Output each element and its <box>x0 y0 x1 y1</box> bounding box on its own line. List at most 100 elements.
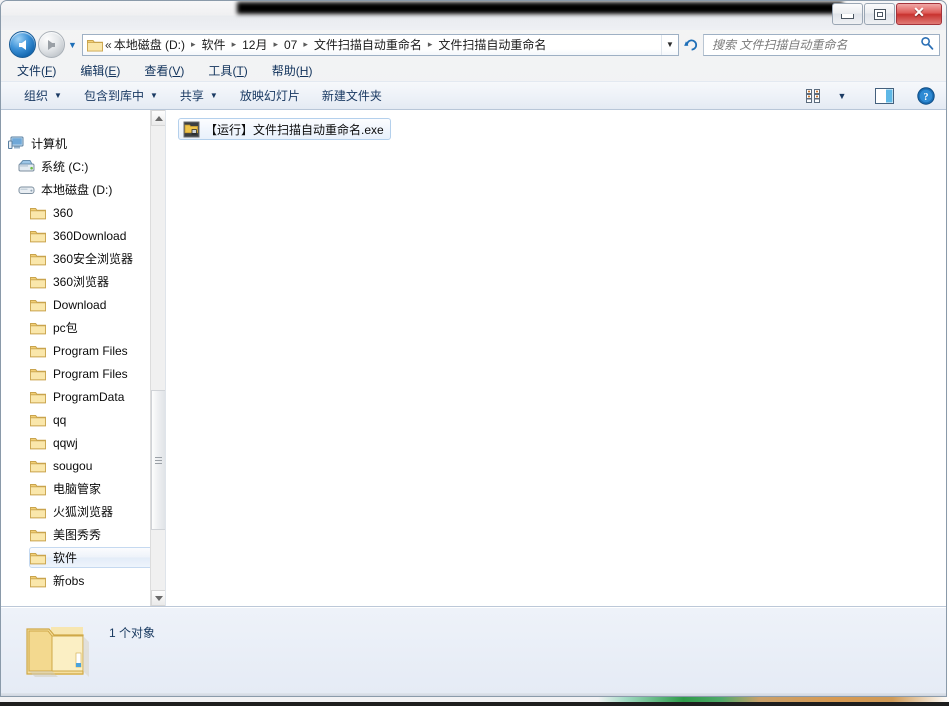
details-pane: 1 个对象 <box>1 607 946 693</box>
forward-button[interactable] <box>38 31 65 58</box>
new-folder-label: 新建文件夹 <box>321 89 382 103</box>
address-bar[interactable]: « 本地磁盘 (D:) ▸ 软件 ▸ 12月 ▸ 07 ▸ 文件扫描自动重命名 … <box>82 33 679 56</box>
help-icon: ? <box>917 86 935 105</box>
recent-locations-button[interactable]: ▼ <box>66 40 79 50</box>
include-in-library-button[interactable]: 包含到库中 ▼ <box>75 83 167 108</box>
tree-item-download[interactable]: Download <box>1 293 165 316</box>
folder-icon <box>30 527 48 543</box>
tree-item-program-files-x86[interactable]: Program Files <box>1 362 165 385</box>
title-bar[interactable]: ✕ <box>1 1 946 30</box>
tree-item-360-browser[interactable]: 360浏览器 <box>1 270 165 293</box>
view-options-dropdown[interactable]: ▼ <box>828 83 856 108</box>
menu-file-label: 文件 <box>17 63 42 78</box>
breadcrumb-separator-4[interactable]: ▸ <box>428 39 433 50</box>
preview-pane-icon <box>874 87 894 104</box>
tree-item-360[interactable]: 360 <box>1 201 165 224</box>
tree-item-label: 本地磁盘 (D:) <box>41 183 113 197</box>
tree-item-360-safe-browser[interactable]: 360安全浏览器 <box>1 247 165 270</box>
tree-item-new-obs[interactable]: 新obs <box>1 569 165 592</box>
chevron-down-icon: ▼ <box>149 91 158 100</box>
tree-item-software[interactable]: 软件 <box>1 546 165 569</box>
breadcrumb-item-1[interactable]: 软件 <box>202 36 226 53</box>
back-arrow-icon <box>19 39 26 50</box>
help-button[interactable]: ? <box>912 83 940 108</box>
folder-icon <box>30 504 48 520</box>
tree-item-firefox[interactable]: 火狐浏览器 <box>1 500 165 523</box>
refresh-icon <box>683 39 697 51</box>
menu-tools-label: 工具 <box>208 63 233 78</box>
tree-item-program-files[interactable]: Program Files <box>1 339 165 362</box>
tree-item-label: 360安全浏览器 <box>53 252 134 266</box>
breadcrumb-previous-glyph[interactable]: « <box>105 38 112 52</box>
search-box[interactable]: 搜索 文件扫描自动重命名 <box>703 33 940 56</box>
menu-help-accel: H <box>299 63 309 78</box>
organize-button[interactable]: 组织 ▼ <box>15 83 71 108</box>
tree-item-sougou[interactable]: sougou <box>1 454 165 477</box>
navigation-scrollbar[interactable] <box>150 110 165 606</box>
scroll-down-button[interactable] <box>151 590 165 606</box>
view-options-button[interactable] <box>800 83 828 108</box>
folder-icon <box>30 412 48 428</box>
tree-item-label: 360浏览器 <box>53 275 110 289</box>
tree-item-system-c[interactable]: 系统 (C:) <box>1 155 165 178</box>
tree-item-label: Program Files <box>53 366 128 381</box>
menu-help-label: 帮助 <box>271 63 296 78</box>
preview-pane-button[interactable] <box>870 83 898 108</box>
chevron-down-icon: ▼ <box>837 90 847 101</box>
file-list-pane[interactable]: 【运行】文件扫描自动重命名.exe <box>166 110 946 606</box>
menu-bar: 文件(F) 编辑(E) 查看(V) 工具(T) 帮助(H) <box>1 59 946 81</box>
tree-item-qqwj[interactable]: qqwj <box>1 431 165 454</box>
slideshow-button[interactable]: 放映幻灯片 <box>231 83 309 108</box>
breadcrumb-separator-3[interactable]: ▸ <box>303 39 308 50</box>
include-in-library-label: 包含到库中 <box>83 89 144 103</box>
window-controls: ✕ <box>831 3 942 25</box>
tree-item-programdata[interactable]: ProgramData <box>1 385 165 408</box>
slideshow-label: 放映幻灯片 <box>239 89 300 103</box>
refresh-button[interactable] <box>679 33 703 57</box>
scroll-up-button[interactable] <box>151 110 165 126</box>
explorer-window: ✕ ▼ « 本地磁盘 (D:) ▸ 软件 ▸ 12月 ▸ 07 ▸ 文件扫描自动… <box>0 0 947 697</box>
tree-item-label: 计算机 <box>31 137 68 151</box>
minimize-icon <box>841 14 854 19</box>
breadcrumb-item-2[interactable]: 12月 <box>242 36 267 53</box>
chevron-down-icon: ▼ <box>54 91 62 100</box>
tree-item-meitu[interactable]: 美图秀秀 <box>1 523 165 546</box>
tree-item-label: 360 <box>53 205 74 220</box>
tree-item-360download[interactable]: 360Download <box>1 224 165 247</box>
close-button[interactable]: ✕ <box>896 3 942 25</box>
folder-icon <box>30 274 48 290</box>
breadcrumb-item-0[interactable]: 本地磁盘 (D:) <box>114 36 185 53</box>
menu-edit[interactable]: 编辑(E) <box>78 61 122 80</box>
breadcrumb-separator-1[interactable]: ▸ <box>232 39 237 50</box>
address-dropdown-button[interactable]: ▼ <box>661 34 678 55</box>
menu-file[interactable]: 文件(F) <box>15 61 58 80</box>
navigation-pane[interactable]: 计算机 系统 (C:) 本地磁盘 (D:) 360 360Download 36… <box>1 110 166 606</box>
breadcrumb-separator-0[interactable]: ▸ <box>191 39 196 50</box>
drive-icon <box>18 182 36 198</box>
tree-item-local-disk-d[interactable]: 本地磁盘 (D:) <box>1 178 165 201</box>
tree-item-label: Download <box>53 297 107 312</box>
breadcrumb-item-3[interactable]: 07 <box>284 38 297 52</box>
file-list-item[interactable]: 【运行】文件扫描自动重命名.exe <box>178 118 391 140</box>
minimize-button[interactable] <box>832 3 863 25</box>
tree-item-computer[interactable]: 计算机 <box>1 132 165 155</box>
menu-tools[interactable]: 工具(T) <box>206 61 249 80</box>
search-input[interactable]: 搜索 文件扫描自动重命名 <box>704 36 915 53</box>
new-folder-button[interactable]: 新建文件夹 <box>313 83 391 108</box>
breadcrumb-separator-2[interactable]: ▸ <box>273 39 278 50</box>
back-button[interactable] <box>9 31 36 58</box>
breadcrumb-item-4[interactable]: 文件扫描自动重命名 <box>314 36 422 53</box>
tree-item-computer-manager[interactable]: 电脑管家 <box>1 477 165 500</box>
breadcrumb-item-5[interactable]: 文件扫描自动重命名 <box>438 36 546 53</box>
menu-file-accel: F <box>45 63 53 78</box>
maximize-restore-button[interactable] <box>864 3 895 25</box>
tree-item-qq[interactable]: qq <box>1 408 165 431</box>
scrollbar-thumb[interactable] <box>151 390 165 530</box>
tree-item-pc-package[interactable]: pc包 <box>1 316 165 339</box>
folder-icon <box>30 251 48 267</box>
drive-system-icon <box>18 159 36 175</box>
menu-help[interactable]: 帮助(H) <box>270 61 315 80</box>
menu-view[interactable]: 查看(V) <box>142 61 186 80</box>
share-button[interactable]: 共享 ▼ <box>171 83 227 108</box>
content-area: 计算机 系统 (C:) 本地磁盘 (D:) 360 360Download 36… <box>1 110 946 607</box>
